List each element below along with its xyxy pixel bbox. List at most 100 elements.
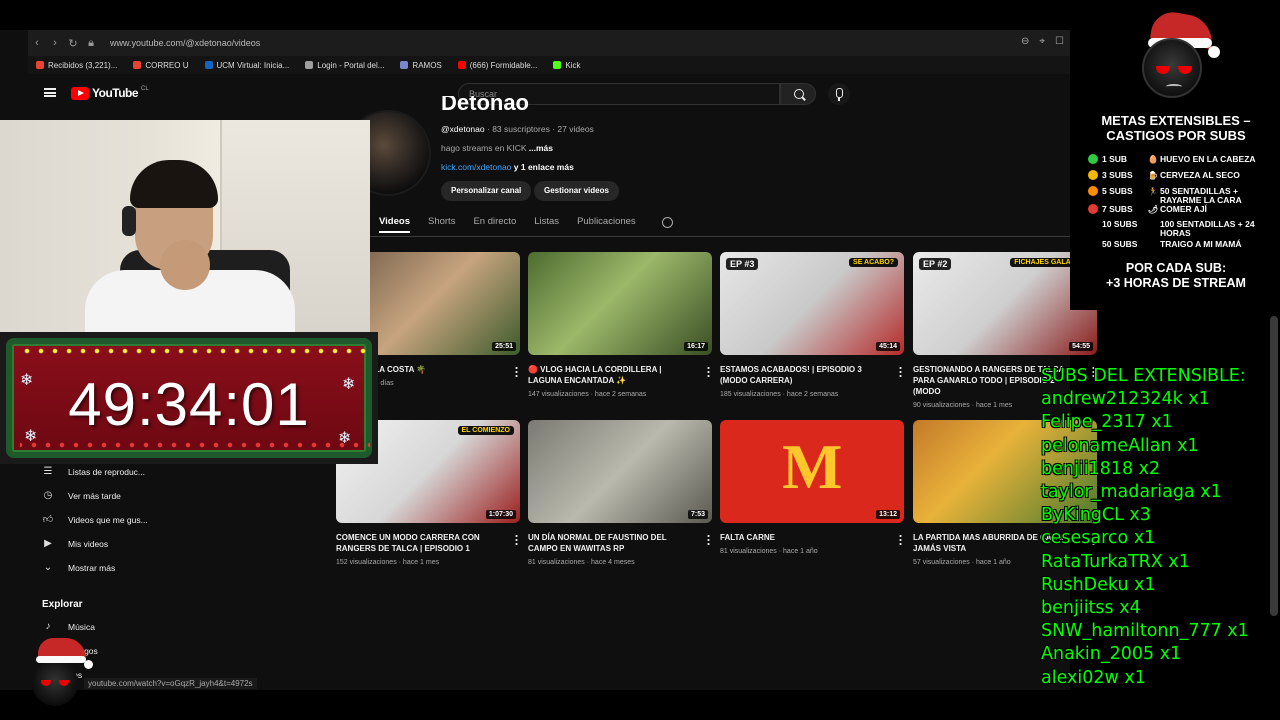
video-duration: 45:14 (876, 342, 900, 351)
more-options-icon[interactable] (707, 366, 710, 377)
more-options-icon[interactable] (899, 366, 902, 377)
tab-shorts[interactable]: Shorts (428, 216, 455, 233)
hamburger-menu-icon[interactable] (44, 88, 56, 97)
channel-links[interactable]: kick.com/xdetonao y 1 enlace más (441, 162, 574, 172)
sub-entry: Anakin_2005 x1 (1041, 644, 1182, 665)
pin-icon[interactable]: ⌖ (1039, 36, 1045, 47)
sub-entry: alexi02w x1 (1041, 667, 1146, 688)
search-button[interactable] (780, 83, 816, 105)
goal-subs: 50 SUBS (1102, 239, 1138, 249)
explore-heading: Explorar (42, 599, 83, 610)
tabs-divider (360, 236, 1070, 237)
channel-search-icon[interactable] (661, 217, 673, 228)
channel-handle: @xdetonao (441, 124, 485, 134)
tab-live[interactable]: En directo (473, 216, 516, 233)
bookmark-item[interactable]: CORREO U (133, 60, 189, 70)
page-scrollbar[interactable] (1270, 316, 1278, 616)
sidebar-item-label: Listas de reproduc... (68, 467, 146, 477)
video-meta: 147 visualizaciones · hace 2 semanas (528, 391, 647, 398)
more-options-icon[interactable] (899, 534, 902, 545)
goal-emoji-icon: 🥚 (1148, 155, 1158, 164)
bookmark-label: UCM Virtual: Inicia... (216, 60, 290, 70)
subscriber-count: 83 suscriptores (492, 124, 550, 134)
sidebar-item[interactable]: ☰ Listas de reproduc... (42, 466, 146, 478)
video-meta: 152 visualizaciones · hace 1 mes (336, 559, 440, 566)
goal-text: TRAIGO A MI MAMÁ (1160, 239, 1242, 249)
bookmark-item[interactable]: Recibidos (3,221)... (36, 61, 117, 70)
bookmark-label: CORREO U (145, 60, 189, 70)
bookmark-item[interactable]: Kick (553, 61, 580, 70)
subs-list: SUBS DEL EXTENSIBLE: andrew212324k x1 Fel… (1041, 365, 1249, 690)
tab-videos[interactable]: Videos (379, 216, 410, 233)
voice-search-button[interactable] (828, 83, 850, 105)
video-thumbnail[interactable]: 16:17 (528, 252, 712, 355)
sidebar-item[interactable]: ⌄ Mostrar más (42, 562, 115, 574)
bookmark-star-icon[interactable]: ☐ (1055, 36, 1064, 47)
more-links-button[interactable]: y 1 enlace más (514, 162, 574, 172)
goals-title-line-2: CASTIGOS POR SUBS (1106, 128, 1246, 143)
goal-subs: 1 SUB (1102, 154, 1128, 164)
more-options-icon[interactable] (515, 534, 518, 545)
video-card[interactable]: EP #3 SE ACABO? 45:14 ESTAMOS ACABADOS! | E… (720, 252, 904, 398)
goals-title-line-1: METAS EXTENSIBLES – (1101, 113, 1251, 128)
channel-description[interactable]: hago streams en KICK ...más (441, 143, 553, 153)
goal-subs: 3 SUBS (1102, 170, 1133, 180)
back-icon[interactable]: ‹ (28, 37, 46, 49)
video-thumbnail[interactable]: EP #3 SE ACABO? 45:14 (720, 252, 904, 355)
goal-status-dot (1088, 204, 1098, 214)
sub-entry: cesesarco x1 (1041, 528, 1156, 549)
youtube-logo[interactable]: YouTube CL (71, 86, 149, 100)
more-options-icon[interactable] (707, 534, 710, 545)
goal-subs: 10 SUBS (1102, 219, 1138, 229)
sidebar-item[interactable]: 👍︎ Videos que me gus... (42, 514, 148, 526)
video-card[interactable]: 16:17 🔴 VLOG HACIA LA CORDILLERA | LAGUNA… (528, 252, 712, 398)
video-card[interactable]: M 13:12 FALTA CARNE 81 visualizaciones · ha… (720, 420, 904, 555)
reload-icon[interactable]: ↻ (64, 37, 82, 50)
youtube-play-icon (71, 86, 89, 100)
thumbs-up-icon: 👍︎ (42, 514, 54, 525)
video-card[interactable]: 7:53 UN DÍA NORMAL DE FAUSTINO DEL CAMPO … (528, 420, 712, 566)
tab-playlists[interactable]: Listas (534, 216, 559, 233)
tab-posts[interactable]: Publicaciones (577, 216, 636, 233)
video-title[interactable]: UN DÍA NORMAL DE FAUSTINO DEL CAMPO EN W… (528, 532, 696, 554)
video-thumbnail[interactable]: 7:53 (528, 420, 712, 523)
video-title[interactable]: ESTAMOS ACABADOS! | EPISODIO 3 (MODO CAR… (720, 364, 888, 386)
description-more-link[interactable]: ...más (529, 143, 553, 153)
customize-channel-button[interactable]: Personalizar canal (441, 181, 532, 201)
forward-icon[interactable]: › (46, 37, 64, 49)
zoom-icon[interactable]: ⊖ (1021, 36, 1029, 47)
youtube-header: YouTube CL Buscar (28, 74, 1070, 114)
timer-christmas-frame: ❄ ❄ ❄ ❄ 49:34:01 (6, 338, 372, 458)
webcam-headset (122, 206, 136, 236)
bookmark-favicon-icon (400, 61, 409, 69)
channel-name: Detonao (441, 96, 529, 115)
video-title[interactable]: 🔴 VLOG HACIA LA CORDILLERA | LAGUNA ENCA… (528, 364, 696, 386)
video-meta: 81 visualizaciones · hace 1 año (720, 548, 818, 555)
goal-row: 5 SUBS 🏃 50 SENTADILLAS + RAYARME LA CARA (1088, 186, 1260, 205)
more-options-icon[interactable] (515, 366, 518, 377)
channel-link-url[interactable]: kick.com/xdetonao (441, 162, 511, 172)
sub-entry: benjiitss x4 (1041, 598, 1141, 619)
sidebar-item-label: Mostrar más (68, 563, 116, 573)
url-field[interactable]: www.youtube.com/@xdetonao/videos (110, 38, 260, 48)
video-icon: ▶ (44, 538, 52, 549)
video-duration: 25:51 (492, 342, 516, 351)
bookmark-item[interactable]: UCM Virtual: Inicia... (204, 60, 290, 70)
video-thumbnail[interactable]: M 13:12 (720, 420, 904, 523)
manage-videos-button[interactable]: Gestionar videos (534, 181, 619, 201)
goal-text: HUEVO EN LA CABEZA (1160, 154, 1256, 164)
bookmark-item[interactable]: Login - Portal del... (305, 61, 384, 70)
sub-entry: SNW_hamiltonn_777 x1 (1041, 621, 1249, 642)
explore-item-label: Música (68, 622, 95, 632)
timer-value: 49:34:01 (68, 371, 310, 438)
video-title[interactable]: COMENCE UN MODO CARRERA CON RANGERS DE T… (336, 532, 504, 554)
video-title[interactable]: FALTA CARNE (720, 532, 888, 543)
sidebar-item[interactable]: ◷ Ver más tarde (42, 490, 121, 502)
angry-mascot-icon (1142, 38, 1202, 98)
explore-item[interactable]: ♪ Música (42, 621, 95, 633)
bookmark-item[interactable]: RAMOS (400, 61, 442, 70)
per-sub-line-1: POR CADA SUB: (1125, 261, 1227, 275)
sidebar-item[interactable]: ▶ Mis videos (42, 538, 108, 550)
bookmark-item[interactable]: (666) Formidable... (457, 61, 537, 70)
playlist-icon: ☰ (43, 466, 53, 477)
